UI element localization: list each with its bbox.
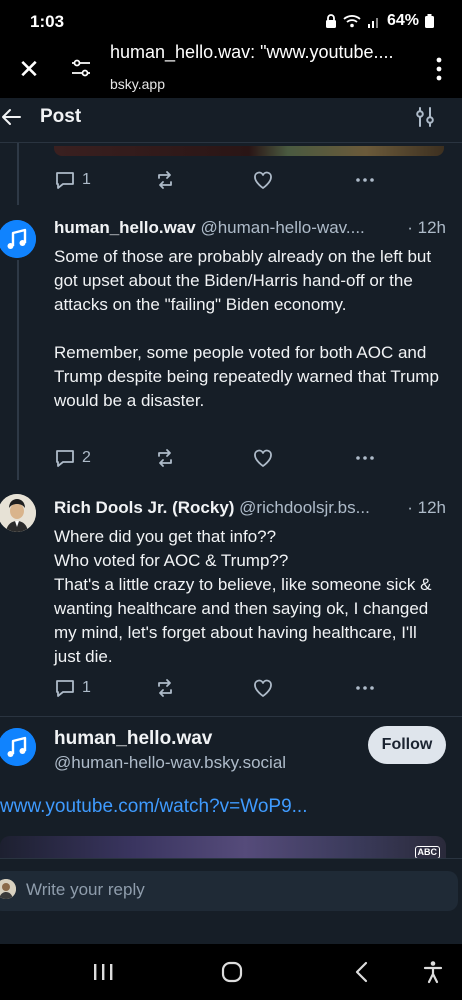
wifi-icon [343,15,361,28]
media-thumbnail[interactable] [54,146,444,156]
repost-button[interactable] [154,446,176,470]
home-icon[interactable] [219,960,245,984]
repost-button[interactable] [154,676,176,700]
thread-connector [17,143,19,205]
handle: @human-hello-wav.... [200,218,365,237]
battery-icon [425,14,434,28]
avatar[interactable] [0,220,36,258]
status-icons: 64% [325,12,434,30]
profile-picture-icon [0,494,36,532]
reply-composer: Write your reply [0,858,462,945]
more-horizontal-icon [356,178,374,182]
reply-icon [56,450,74,467]
reply-button[interactable]: 2 [54,446,91,470]
post-paragraph: That's a little crazy to believe, like s… [54,575,432,666]
reply-button[interactable]: 1 [54,168,91,192]
reply-count: 1 [82,171,91,188]
music-note-icon [0,220,36,258]
handle: @richdoolsjr.bs... [239,498,370,517]
back-arrow-icon[interactable] [0,106,22,128]
more-vertical-icon[interactable] [436,56,442,82]
more-button[interactable] [354,446,376,470]
reply-icon [56,172,74,189]
post-actions: 2 [54,446,384,470]
post-paragraph: Some of those are probably already on th… [54,247,432,314]
thread-settings-icon[interactable] [414,106,436,128]
browser-page-title: human_hello.wav: "www.youtube.... [110,42,394,62]
lock-icon [325,14,336,28]
thread-post[interactable]: Rich Dools Jr. (Rocky) @richdoolsjr.bs..… [0,494,462,716]
heart-icon [254,679,272,697]
reply-icon [56,680,74,697]
page-title: Post [40,106,82,127]
site-settings-icon[interactable] [70,57,92,79]
browser-domain: bsky.app [110,76,165,92]
music-note-icon [0,728,36,766]
handle[interactable]: @human-hello-wav.bsky.social [54,753,286,773]
display-name[interactable]: human_hello.wav [54,728,212,750]
repost-icon [158,171,172,189]
status-bar: 1:03 64% [0,0,462,42]
more-horizontal-icon [356,686,374,690]
heart-icon [254,449,272,467]
more-button[interactable] [354,168,376,192]
thread-post[interactable]: human_hello.wav @human-hello-wav.... · 1… [0,214,462,480]
like-button[interactable] [252,676,274,700]
repost-button[interactable] [154,168,176,192]
repost-icon [158,679,172,697]
close-icon[interactable]: ✕ [16,56,42,82]
avatar[interactable] [0,728,36,766]
main-post: human_hello.wav @human-hello-wav.bsky.so… [0,724,462,844]
post-time[interactable]: · 12h [403,218,446,238]
browser-toolbar: ✕ human_hello.wav: "www.youtube.... bsky… [0,42,462,98]
post-header: Post [0,98,462,143]
battery-percent: 64% [386,12,419,29]
system-navigation-bar [0,944,462,1000]
post-paragraph: Where did you get that info?? [54,527,277,546]
post-paragraph: Remember, some people voted for both AOC… [54,343,439,410]
post-text: Some of those are probably already on th… [54,245,444,413]
repost-icon [158,449,172,467]
divider [0,716,462,717]
reply-button[interactable]: 1 [54,676,91,700]
display-name: human_hello.wav [54,218,196,237]
heart-icon [254,171,272,189]
post-author[interactable]: human_hello.wav @human-hello-wav.... [54,218,450,238]
post-text: Where did you get that info?? Who voted … [54,525,444,669]
display-name: Rich Dools Jr. (Rocky) [54,498,235,517]
reply-placeholder: Write your reply [26,880,145,899]
like-button[interactable] [252,168,274,192]
like-button[interactable] [252,446,274,470]
post-actions: 1 [54,676,384,700]
recent-apps-icon[interactable] [90,960,116,984]
status-time: 1:03 [30,12,65,31]
accessibility-icon[interactable] [420,960,446,984]
thread-connector [17,260,19,480]
more-horizontal-icon [356,456,374,460]
reply-count: 1 [82,679,91,696]
follow-button[interactable]: Follow [368,726,446,764]
post-author[interactable]: Rich Dools Jr. (Rocky) @richdoolsjr.bs..… [54,498,450,518]
signal-icon [367,18,378,28]
post-link[interactable]: www.youtube.com/watch?v=WoP9... [0,796,308,818]
post-actions: 1 [54,168,384,192]
post-paragraph: Who voted for AOC & Trump?? [54,551,289,570]
post-time[interactable]: · 12h [403,498,446,518]
more-button[interactable] [354,676,376,700]
reply-count: 2 [82,449,91,466]
avatar[interactable] [0,494,36,532]
back-icon[interactable] [350,960,376,984]
